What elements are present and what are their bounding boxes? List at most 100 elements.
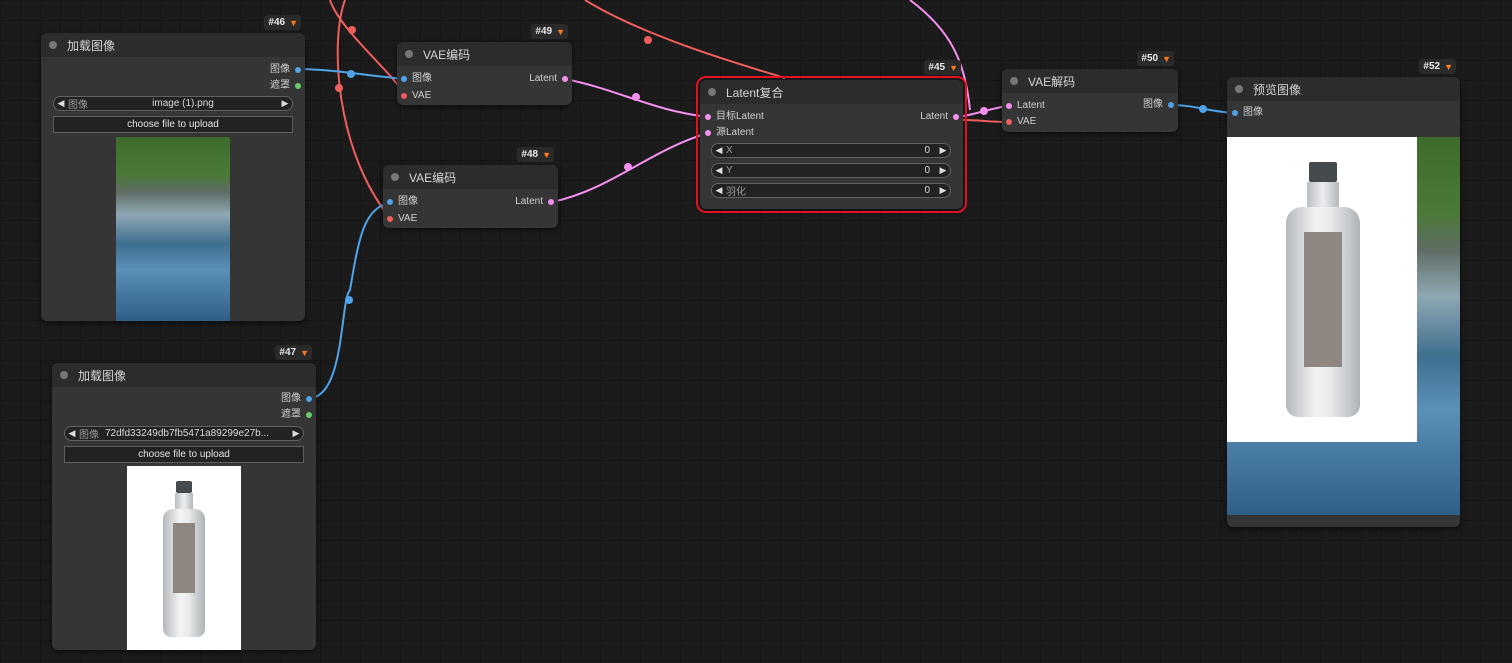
output-mask-slot[interactable]: 遮罩	[270, 79, 301, 93]
slot-label: 遮罩	[281, 409, 301, 420]
input-image-slot[interactable]: 图像	[401, 72, 432, 86]
node-title: 预览图像	[1253, 82, 1302, 97]
input-pin-icon[interactable]	[401, 93, 407, 99]
fox-icon: ▼	[1444, 61, 1453, 72]
widget-label: X	[726, 145, 733, 156]
image-preview	[127, 466, 241, 650]
node-title-bar[interactable]: 预览图像	[1227, 77, 1460, 101]
input-pin-icon[interactable]	[1006, 119, 1012, 125]
arrow-left-icon[interactable]: ◀	[712, 165, 726, 176]
widget-value: 0	[924, 145, 930, 156]
input-source-latent-slot[interactable]: 源Latent	[705, 126, 754, 140]
output-image-slot[interactable]: 图像	[281, 392, 312, 406]
output-mask-slot[interactable]: 遮罩	[281, 408, 312, 422]
arrow-left-icon[interactable]: ◀	[54, 98, 68, 109]
reroute-dot	[345, 296, 353, 304]
arrow-right-icon[interactable]: ▶	[278, 98, 292, 109]
collapse-dot-icon[interactable]	[49, 41, 57, 49]
reroute-dot	[624, 163, 632, 171]
input-pin-icon[interactable]	[1232, 110, 1238, 116]
slot-label: VAE	[398, 213, 418, 224]
input-image-slot[interactable]: 图像	[1232, 106, 1263, 120]
arrow-right-icon[interactable]: ▶	[289, 428, 303, 439]
input-target-latent-slot[interactable]: 目标Latent	[705, 110, 764, 124]
collapse-dot-icon[interactable]	[405, 50, 413, 58]
output-pin-icon[interactable]	[1168, 102, 1174, 108]
node-title-bar[interactable]: VAE编码	[383, 165, 558, 189]
input-pin-icon[interactable]	[705, 130, 711, 136]
image-select-combo[interactable]: ◀ 图像 72dfd33249db7fb5471a89299e27b... ▶	[64, 426, 304, 441]
output-latent-slot[interactable]: Latent	[920, 110, 959, 124]
node-vae-encode-48[interactable]: #48 ▼ VAE编码 图像 VAE Latent	[383, 147, 558, 228]
node-title-bar[interactable]: 加载图像	[41, 33, 305, 57]
output-pin-icon[interactable]	[306, 396, 312, 402]
input-pin-icon[interactable]	[387, 199, 393, 205]
node-id-badge: #50 ▼	[1137, 51, 1174, 66]
collapse-dot-icon[interactable]	[391, 173, 399, 181]
input-pin-icon[interactable]	[705, 114, 711, 120]
node-vae-encode-49[interactable]: #49 ▼ VAE编码 图像 VAE Latent	[397, 24, 572, 105]
widget-label: 羽化	[726, 187, 746, 198]
upload-button[interactable]: choose file to upload	[64, 446, 304, 463]
input-pin-icon[interactable]	[387, 216, 393, 222]
input-latent-slot[interactable]: Latent	[1006, 99, 1045, 113]
arrow-left-icon[interactable]: ◀	[712, 185, 726, 196]
node-vae-decode-50[interactable]: #50 ▼ VAE解码 Latent VAE 图像	[1002, 51, 1178, 132]
input-pin-icon[interactable]	[401, 76, 407, 82]
slot-label: Latent	[1017, 100, 1045, 111]
input-vae-slot[interactable]: VAE	[1006, 115, 1036, 129]
output-pin-icon[interactable]	[295, 67, 301, 73]
input-vae-slot[interactable]: VAE	[387, 212, 417, 226]
slot-label: 图像	[412, 73, 432, 84]
collapse-dot-icon[interactable]	[708, 88, 716, 96]
output-image-slot[interactable]: 图像	[1143, 98, 1174, 112]
node-id-text: #50	[1141, 53, 1159, 64]
fox-icon: ▼	[1162, 53, 1171, 64]
combo-value: 72dfd33249db7fb5471a89299e27b...	[105, 428, 270, 439]
node-title: Latent复合	[726, 85, 784, 100]
slot-label: 遮罩	[270, 80, 290, 91]
node-title-bar[interactable]: Latent复合	[700, 80, 963, 104]
output-image-slot[interactable]: 图像	[270, 63, 301, 77]
image-select-combo[interactable]: ◀ 图像 image (1).png ▶	[53, 96, 293, 111]
node-title-bar[interactable]: 加载图像	[52, 363, 316, 387]
output-pin-icon[interactable]	[548, 199, 554, 205]
y-number-widget[interactable]: ◀ Y 0 ▶	[711, 163, 951, 178]
slot-label: 图像	[398, 196, 418, 207]
combo-label: 图像	[79, 430, 99, 441]
node-title-bar[interactable]: VAE编码	[397, 42, 572, 66]
node-id-text: #49	[535, 26, 553, 37]
slot-label: Latent	[920, 111, 948, 122]
output-pin-icon[interactable]	[306, 412, 312, 418]
node-title-bar[interactable]: VAE解码	[1002, 69, 1178, 93]
arrow-left-icon[interactable]: ◀	[65, 428, 79, 439]
node-load-image-46[interactable]: #46 ▼ 加载图像 图像 遮罩 ◀ 图像 image (1).png ▶ cho…	[41, 15, 305, 321]
widget-value: 0	[924, 165, 930, 176]
arrow-right-icon[interactable]: ▶	[936, 145, 950, 156]
wire-vae-c	[584, 0, 786, 79]
collapse-dot-icon[interactable]	[60, 371, 68, 379]
arrow-right-icon[interactable]: ▶	[936, 165, 950, 176]
x-number-widget[interactable]: ◀ X 0 ▶	[711, 143, 951, 158]
node-preview-image-52[interactable]: #52 ▼ 预览图像 图像	[1227, 59, 1460, 527]
output-pin-icon[interactable]	[295, 83, 301, 89]
node-load-image-47[interactable]: #47 ▼ 加载图像 图像 遮罩 ◀ 图像 72dfd33249db7fb5471…	[52, 345, 316, 650]
output-pin-icon[interactable]	[562, 76, 568, 82]
upload-button[interactable]: choose file to upload	[53, 116, 293, 133]
feather-number-widget[interactable]: ◀ 羽化 0 ▶	[711, 183, 951, 198]
input-image-slot[interactable]: 图像	[387, 195, 418, 209]
wire-latent-48-45	[551, 132, 709, 203]
arrow-left-icon[interactable]: ◀	[712, 145, 726, 156]
input-vae-slot[interactable]: VAE	[401, 89, 431, 103]
output-latent-slot[interactable]: Latent	[529, 72, 568, 86]
arrow-right-icon[interactable]: ▶	[936, 185, 950, 196]
collapse-dot-icon[interactable]	[1235, 85, 1243, 93]
reroute-dot	[335, 84, 343, 92]
collapse-dot-icon[interactable]	[1010, 77, 1018, 85]
slot-label: 图像	[1143, 99, 1163, 110]
output-latent-slot[interactable]: Latent	[515, 195, 554, 209]
output-pin-icon[interactable]	[953, 114, 959, 120]
widget-label: Y	[726, 165, 733, 176]
input-pin-icon[interactable]	[1006, 103, 1012, 109]
node-latent-composite-45[interactable]: #45 ▼ Latent复合 目标Latent 源Latent Latent ◀ …	[696, 60, 967, 213]
